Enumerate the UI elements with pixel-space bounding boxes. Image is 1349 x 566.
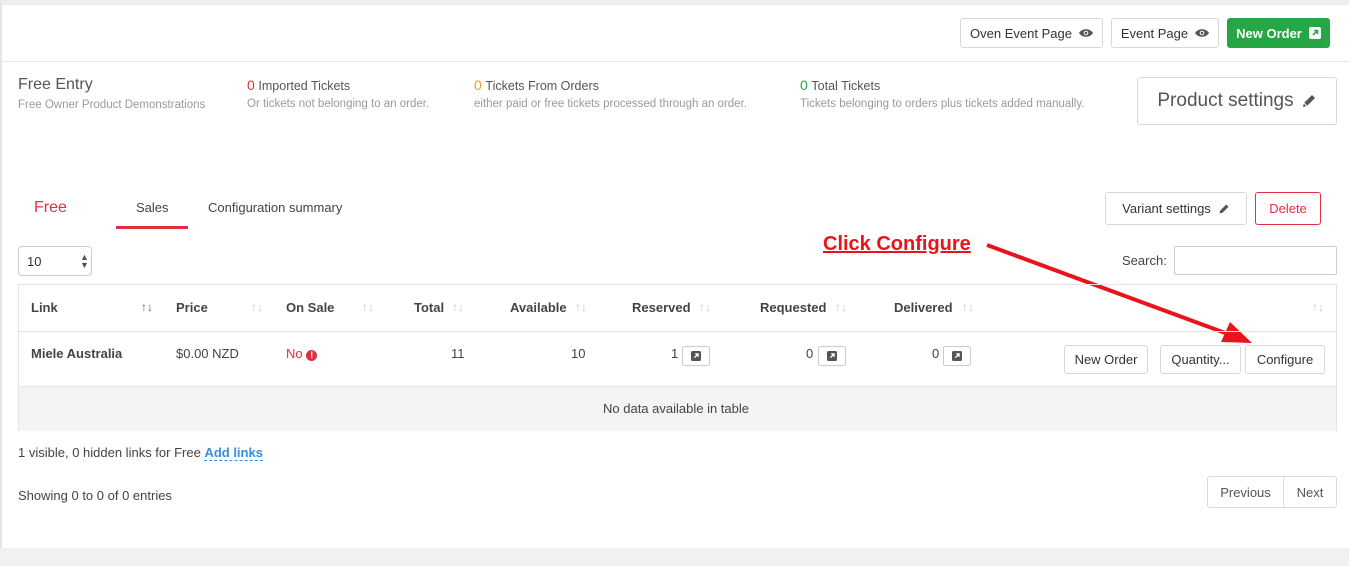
col-reserved[interactable]: Reserved bbox=[632, 300, 691, 315]
available-cell: 10 bbox=[571, 346, 586, 361]
table-row: Miele Australia $0.00 NZD No ! 11 10 1 0… bbox=[19, 332, 1336, 387]
requested-link-button[interactable] bbox=[818, 346, 846, 366]
empty-row: No data available in table bbox=[19, 387, 1336, 431]
sort-icon: ↑↓ bbox=[1312, 300, 1324, 314]
quantity-button[interactable]: Quantity... bbox=[1160, 345, 1241, 374]
col-price[interactable]: Price bbox=[176, 300, 208, 315]
table-header: Link ↑↓ Price ↑↓ On Sale ↑↓ Total ↑↓ Ava… bbox=[19, 285, 1336, 332]
sort-icon: ↑↓ bbox=[362, 300, 374, 314]
col-available[interactable]: Available bbox=[510, 300, 567, 315]
search-input[interactable] bbox=[1174, 246, 1337, 275]
page-size-select[interactable]: 10 ▲ ▼ bbox=[18, 246, 92, 276]
link-name: Miele Australia bbox=[31, 346, 123, 361]
external-link-icon bbox=[952, 351, 962, 361]
info-icon: ! bbox=[306, 350, 318, 361]
on-sale-cell: No ! bbox=[286, 346, 318, 361]
sort-icon: ↑↓ bbox=[699, 300, 711, 314]
sort-icon: ↑↓ bbox=[452, 300, 464, 314]
sort-icon: ↑↓ bbox=[251, 300, 263, 314]
row-new-order-button[interactable]: New Order bbox=[1064, 345, 1148, 374]
price-cell: $0.00 NZD bbox=[176, 346, 239, 361]
sort-asc-icon: ↑↓ bbox=[141, 300, 153, 314]
delivered-link-button[interactable] bbox=[943, 346, 971, 366]
previous-button[interactable]: Previous bbox=[1207, 476, 1284, 508]
reserved-link-button[interactable] bbox=[682, 346, 710, 366]
configure-button[interactable]: Configure bbox=[1245, 345, 1325, 374]
links-summary-text: 1 visible, 0 hidden links for Free bbox=[18, 445, 201, 460]
col-requested[interactable]: Requested bbox=[760, 300, 826, 315]
links-table: Link ↑↓ Price ↑↓ On Sale ↑↓ Total ↑↓ Ava… bbox=[18, 284, 1337, 431]
showing-entries: Showing 0 to 0 of 0 entries bbox=[18, 488, 172, 503]
select-arrows-icon: ▲ ▼ bbox=[80, 252, 89, 270]
sort-icon: ↑↓ bbox=[962, 300, 974, 314]
delivered-cell: 0 bbox=[932, 346, 940, 361]
sort-icon: ↑↓ bbox=[575, 300, 587, 314]
requested-cell: 0 bbox=[806, 346, 814, 361]
annotation-arrow bbox=[986, 243, 1252, 343]
external-link-icon bbox=[691, 351, 701, 361]
col-total[interactable]: Total bbox=[414, 300, 444, 315]
empty-message: No data available in table bbox=[603, 401, 749, 416]
links-summary: 1 visible, 0 hidden links for Free Add l… bbox=[18, 445, 263, 461]
external-link-icon bbox=[827, 351, 837, 361]
col-delivered[interactable]: Delivered bbox=[894, 300, 953, 315]
add-links-link[interactable]: Add links bbox=[204, 445, 263, 461]
col-on-sale[interactable]: On Sale bbox=[286, 300, 334, 315]
search-label: Search: bbox=[1122, 253, 1167, 268]
reserved-cell: 1 bbox=[671, 346, 679, 361]
on-sale-value: No bbox=[286, 346, 303, 361]
col-link[interactable]: Link bbox=[31, 300, 58, 315]
page-size-value: 10 bbox=[27, 254, 42, 269]
total-cell: 11 bbox=[451, 346, 465, 361]
sort-icon: ↑↓ bbox=[835, 300, 847, 314]
next-button[interactable]: Next bbox=[1283, 476, 1337, 508]
